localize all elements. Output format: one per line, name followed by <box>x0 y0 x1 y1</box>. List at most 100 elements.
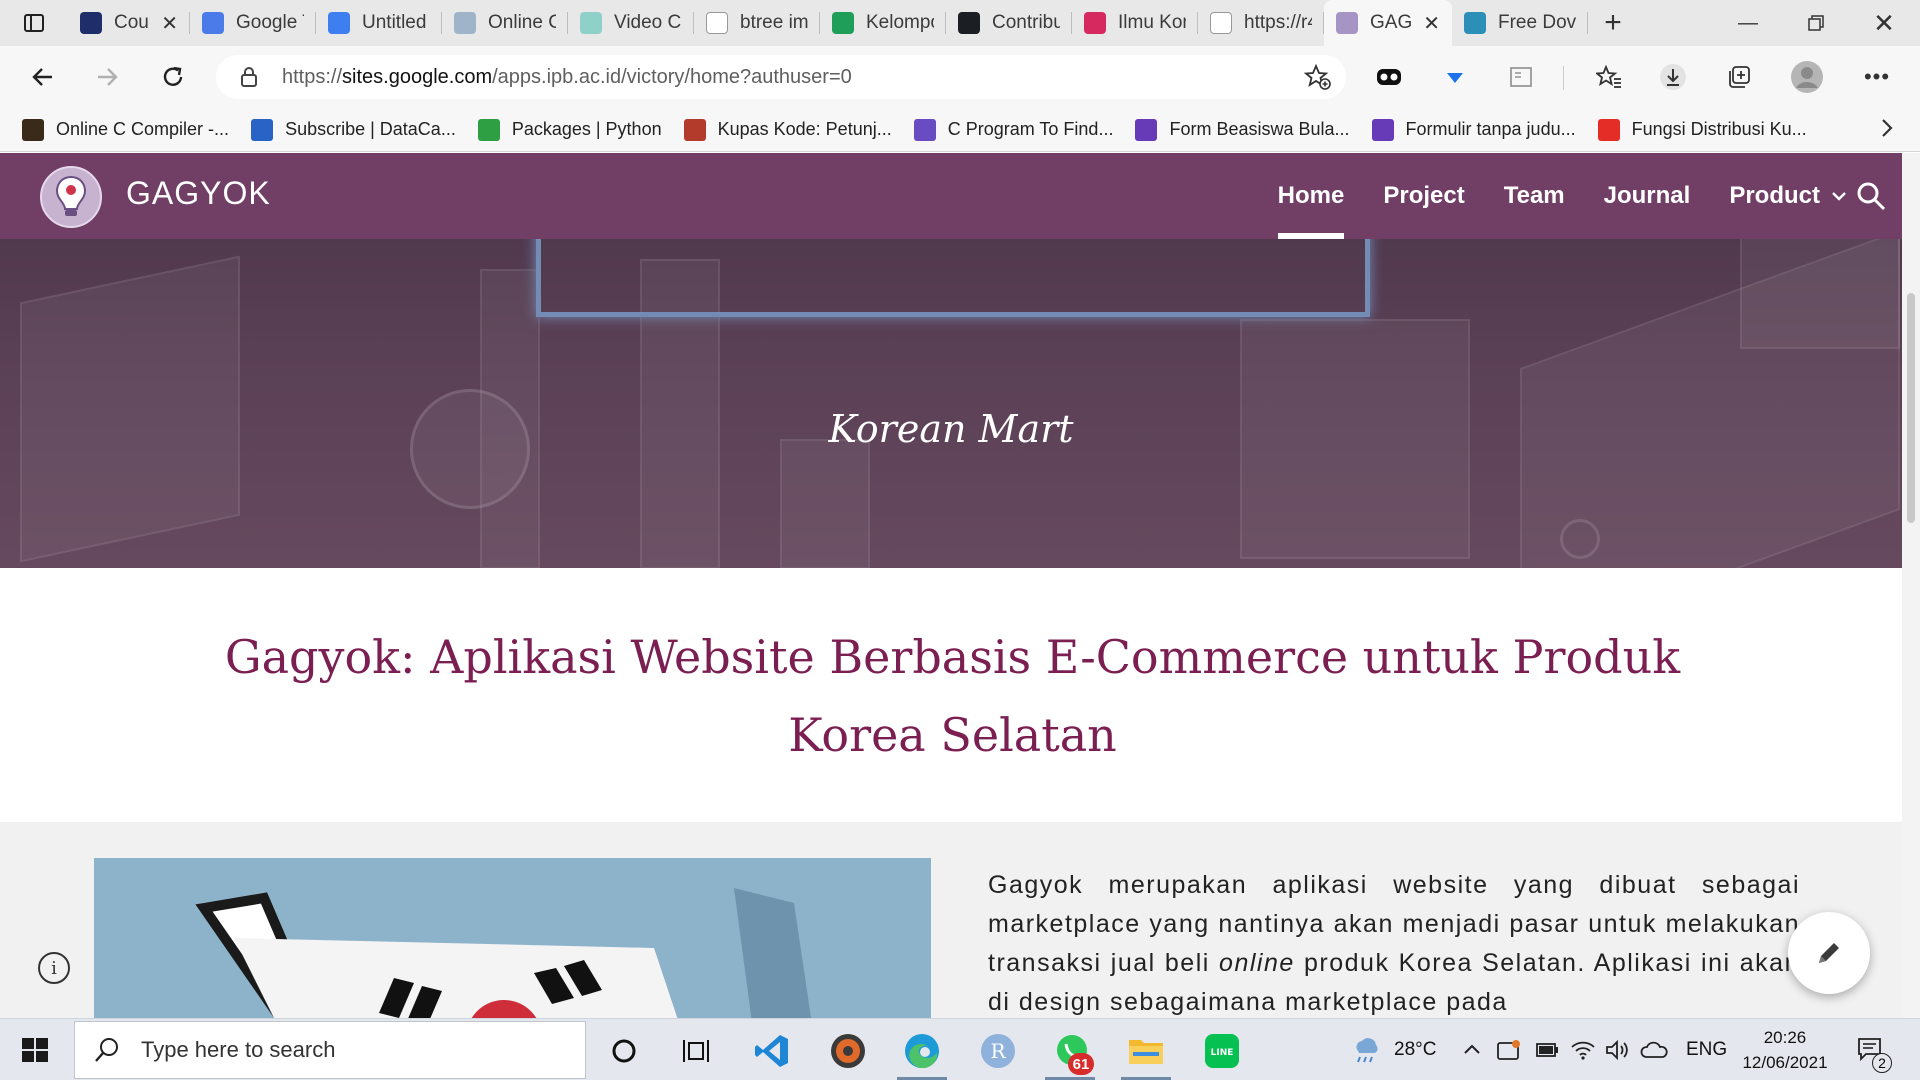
tray-tool-icon <box>1497 1040 1520 1060</box>
google-icon <box>706 12 728 34</box>
scrollbar-thumb[interactable] <box>1907 293 1915 523</box>
bookmark-item[interactable]: Fungsi Distribusi Ku... <box>1597 118 1807 141</box>
nav-project[interactable]: Project <box>1383 153 1464 239</box>
browser-tab[interactable]: https://r4 <box>1198 0 1324 46</box>
wifi-icon[interactable] <box>1570 1019 1596 1080</box>
packages-icon <box>477 118 500 141</box>
bookmark-item[interactable]: Online C Compiler -... <box>22 118 229 141</box>
bookmark-item[interactable]: Packages | Python <box>477 118 662 141</box>
browser-tab[interactable]: Online C <box>442 0 568 46</box>
reading-view-icon[interactable] <box>1500 56 1542 98</box>
browser-tab-strip: Cou ✕ Google T Untitled Online C Video Co btre… <box>0 0 1920 46</box>
bookmark-item[interactable]: Subscribe | DataCa... <box>251 118 456 141</box>
bookmark-label: Form Beasiswa Bula... <box>1169 119 1350 139</box>
volume-icon[interactable] <box>1604 1019 1630 1080</box>
intro-paragraph: Gagyok merupakan aplikasi website yang d… <box>988 866 1800 1018</box>
close-window-button[interactable]: ✕ <box>1850 0 1918 46</box>
browser-tab[interactable]: Untitled <box>316 0 442 46</box>
clock-date: 12/06/2021 <box>1742 1053 1828 1072</box>
page-scrollbar[interactable] <box>1902 153 1920 1018</box>
forward-button[interactable] <box>84 54 130 100</box>
tab-title: Contribu <box>992 12 1060 33</box>
nav-team[interactable]: Team <box>1504 153 1565 239</box>
site-search-icon[interactable] <box>1854 179 1888 213</box>
file-explorer-icon[interactable] <box>1124 1029 1168 1073</box>
coffee-icon <box>22 118 44 141</box>
youtube-icon <box>1597 118 1620 141</box>
bookmark-label: Fungsi Distribusi Ku... <box>1631 119 1807 139</box>
back-button[interactable] <box>20 54 66 100</box>
bookmark-item[interactable]: C Program To Find... <box>913 118 1113 141</box>
close-tab-icon[interactable]: ✕ <box>161 11 178 36</box>
minimize-button[interactable]: — <box>1714 0 1782 46</box>
browser-tab[interactable]: GAG ✕ <box>1324 0 1452 46</box>
browser-tab[interactable]: btree ima <box>694 0 820 46</box>
loading-icon <box>454 12 476 34</box>
browser-tab[interactable]: Video Co <box>568 0 694 46</box>
bookmark-item[interactable]: Formulir tanpa judu... <box>1371 118 1576 141</box>
lock-icon[interactable] <box>236 64 262 90</box>
task-view-icon[interactable] <box>674 1029 718 1073</box>
bookmarks-more-icon[interactable] <box>1878 116 1896 147</box>
bookmark-item[interactable]: Kupas Kode: Petunj... <box>683 118 892 141</box>
vscode-icon[interactable] <box>750 1029 794 1073</box>
google-forms-icon <box>1371 118 1394 141</box>
settings-menu-icon[interactable]: ••• <box>1856 56 1898 98</box>
extension-icon[interactable] <box>1368 56 1410 98</box>
whatsapp-unread-badge: 61 <box>1068 1053 1094 1075</box>
address-bar[interactable]: https://sites.google.com/apps.ipb.ac.id/… <box>216 55 1346 99</box>
downloads-icon[interactable] <box>1652 56 1694 98</box>
tab-title: Google T <box>236 12 304 33</box>
media-player-icon[interactable] <box>826 1029 870 1073</box>
site-info-icon[interactable]: i <box>38 952 70 984</box>
site-header: GAGYOK Home Project Team Journal Product <box>0 153 1902 239</box>
browser-tab[interactable]: Contribu <box>946 0 1072 46</box>
back-arrow-icon <box>32 68 52 86</box>
favorites-icon[interactable] <box>1588 56 1630 98</box>
site-logo[interactable] <box>40 166 102 228</box>
add-favorite-icon[interactable] <box>1303 63 1332 98</box>
browser-tab[interactable]: Kelompo <box>820 0 946 46</box>
nav-home[interactable]: Home <box>1277 153 1344 239</box>
instagram-icon <box>1084 12 1106 34</box>
notification-count: 2 <box>1872 1053 1892 1073</box>
nav-journal[interactable]: Journal <box>1604 153 1691 239</box>
site-navigation: Home Project Team Journal Product <box>1277 153 1848 239</box>
edit-page-button[interactable] <box>1788 912 1870 994</box>
edge-browser-icon[interactable] <box>900 1029 944 1073</box>
show-hidden-icons[interactable] <box>1462 1019 1482 1080</box>
r-language-icon[interactable]: R <box>976 1029 1020 1073</box>
tray-app-icon[interactable] <box>1496 1019 1522 1080</box>
taskbar-search-box[interactable]: Type here to search <box>74 1021 586 1079</box>
title-section: Gagyok: Aplikasi Website Berbasis E-Comm… <box>0 568 1902 822</box>
input-language[interactable]: ENG <box>1686 1019 1727 1080</box>
line-messenger-icon[interactable]: LINE <box>1200 1029 1244 1073</box>
intro-emphasis: online <box>1219 949 1295 977</box>
clock[interactable]: 20:26 12/06/2021 <box>1734 1025 1836 1075</box>
onedrive-icon[interactable] <box>1640 1019 1668 1080</box>
new-tab-button[interactable]: + <box>1588 0 1638 46</box>
tab-actions-button[interactable] <box>0 0 68 46</box>
tab-title: btree ima <box>740 12 808 33</box>
chevron-down-icon <box>1832 192 1846 201</box>
battery-icon[interactable] <box>1534 1019 1560 1080</box>
browser-tab[interactable]: Cou ✕ <box>68 0 190 46</box>
restore-button[interactable] <box>1782 0 1850 46</box>
browser-tab[interactable]: Google T <box>190 0 316 46</box>
downloader-extension-icon[interactable] <box>1434 56 1476 98</box>
site-title[interactable]: GAGYOK <box>126 175 271 212</box>
restore-icon <box>1808 15 1824 31</box>
forward-arrow-icon <box>98 68 118 86</box>
weather-widget[interactable]: 28°C <box>1350 1019 1436 1080</box>
cortana-icon[interactable] <box>602 1029 646 1073</box>
bookmark-item[interactable]: Form Beasiswa Bula... <box>1135 118 1350 141</box>
nav-product[interactable]: Product <box>1729 153 1848 239</box>
close-tab-icon[interactable]: ✕ <box>1423 11 1440 36</box>
play-icon <box>580 12 602 34</box>
collections-icon[interactable] <box>1718 56 1760 98</box>
refresh-button[interactable] <box>150 54 196 100</box>
windows-start-button[interactable] <box>14 1033 56 1067</box>
profile-avatar-icon[interactable] <box>1786 56 1828 98</box>
browser-tab[interactable]: Free Dov <box>1452 0 1588 46</box>
browser-tab[interactable]: Ilmu Kon <box>1072 0 1198 46</box>
